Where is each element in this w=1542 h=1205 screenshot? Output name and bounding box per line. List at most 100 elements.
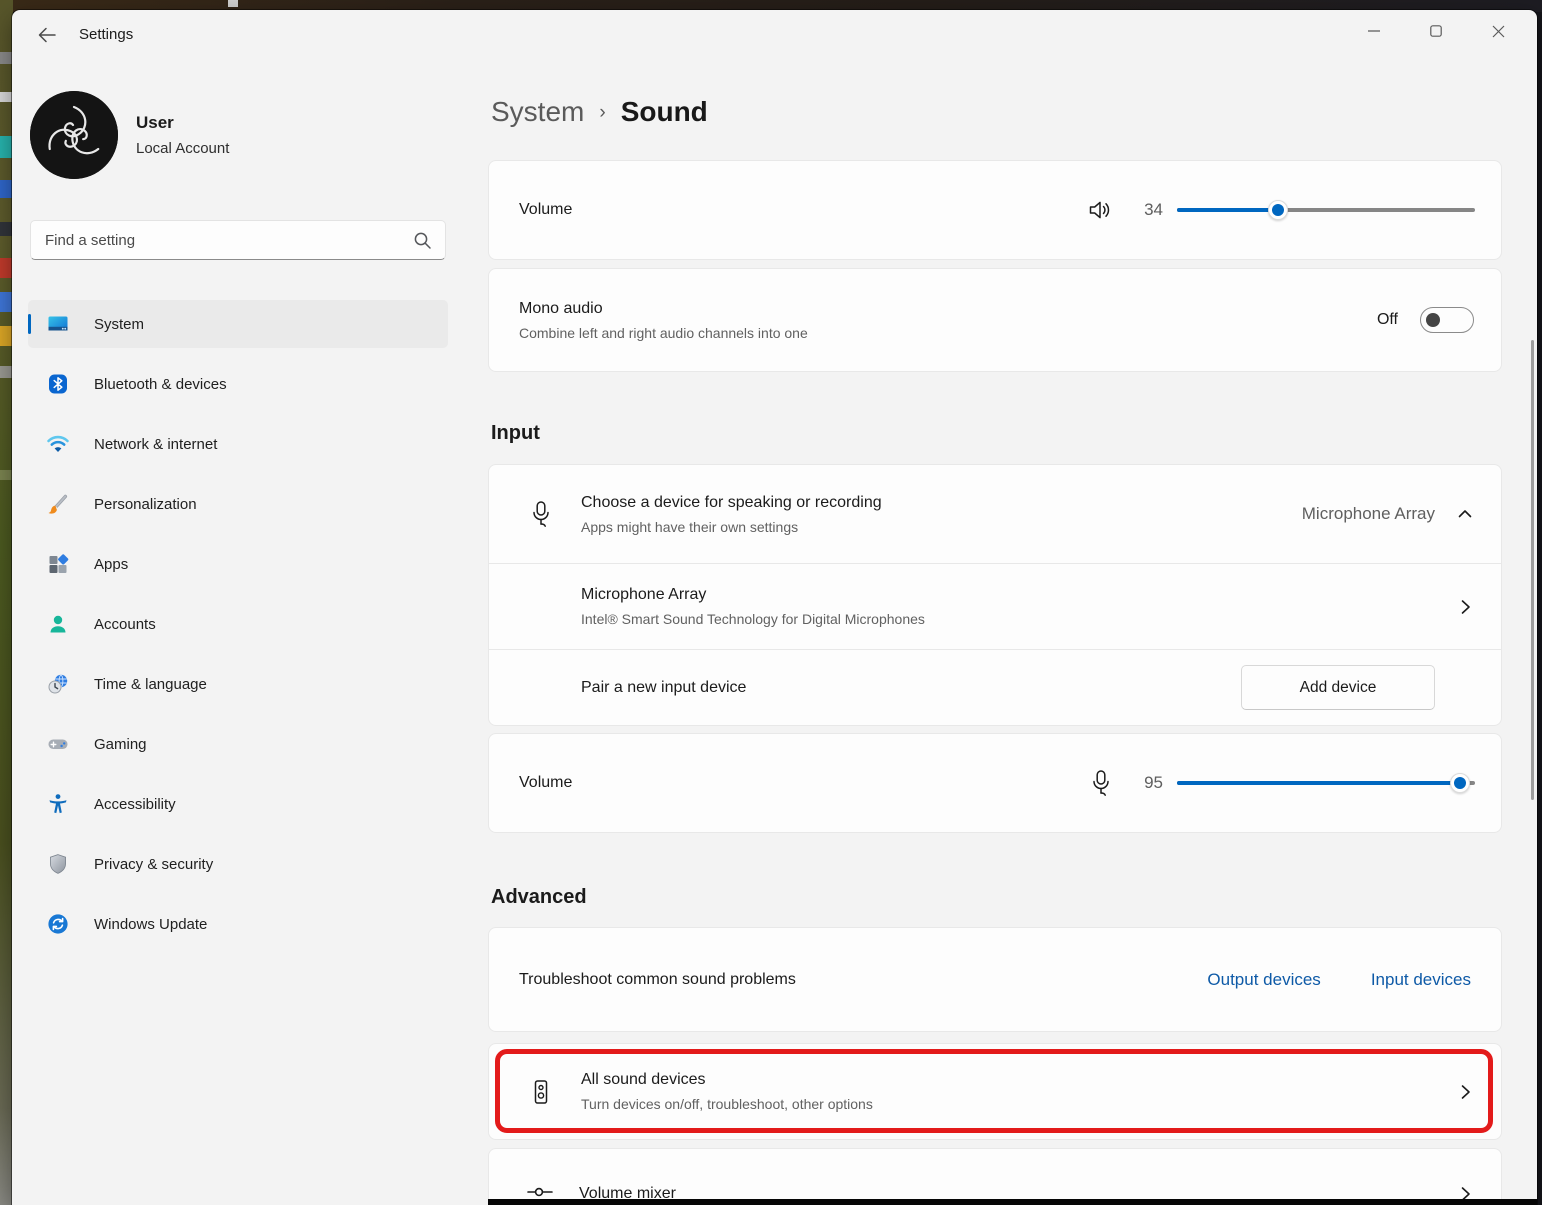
- input-volume-slider-thumb[interactable]: [1450, 773, 1470, 793]
- titlebar: Settings: [12, 10, 1537, 60]
- input-volume-label: Volume: [519, 774, 572, 792]
- mono-audio-state: Off: [1377, 311, 1398, 329]
- all-sound-devices-row[interactable]: All sound devices Turn devices on/off, t…: [488, 1043, 1502, 1140]
- microphone-array-row[interactable]: Microphone Array Intel® Smart Sound Tech…: [489, 564, 1501, 649]
- sidebar-item-label: Windows Update: [94, 916, 207, 933]
- sidebar-item-label: System: [94, 316, 144, 333]
- choose-device-subtitle: Apps might have their own settings: [581, 519, 882, 535]
- mono-audio-card: Mono audio Combine left and right audio …: [488, 268, 1502, 372]
- sidebar-item-network-internet[interactable]: Network & internet: [28, 420, 448, 468]
- minimize-icon: [1368, 25, 1380, 37]
- close-icon: [1492, 25, 1505, 38]
- settings-window: Settings User: [12, 10, 1537, 1205]
- breadcrumb-system[interactable]: System: [491, 96, 584, 128]
- mono-audio-title: Mono audio: [519, 300, 808, 318]
- close-button[interactable]: [1467, 10, 1529, 52]
- choose-input-device-row[interactable]: Choose a device for speaking or recordin…: [489, 465, 1501, 563]
- output-volume-slider[interactable]: [1177, 208, 1475, 212]
- sidebar-item-label: Network & internet: [94, 436, 217, 453]
- search-box: [30, 220, 446, 260]
- output-volume-label: Volume: [519, 201, 572, 219]
- sidebar-item-bluetooth-devices[interactable]: Bluetooth & devices: [28, 360, 448, 408]
- sidebar-item-label: Bluetooth & devices: [94, 376, 227, 393]
- input-section-header: Input: [491, 422, 540, 445]
- network-icon: [46, 432, 70, 456]
- maximize-icon: [1430, 25, 1442, 37]
- input-devices-card: Choose a device for speaking or recordin…: [488, 464, 1502, 726]
- chevron-up-icon: [1455, 504, 1475, 524]
- input-devices-link[interactable]: Input devices: [1371, 970, 1471, 990]
- sidebar-item-label: Apps: [94, 556, 128, 573]
- sidebar-item-privacy-security[interactable]: Privacy & security: [28, 840, 448, 888]
- pair-device-label: Pair a new input device: [581, 679, 746, 697]
- output-volume-slider-thumb[interactable]: [1268, 200, 1288, 220]
- choose-device-title: Choose a device for speaking or recordin…: [581, 494, 882, 512]
- breadcrumb: System › Sound: [491, 96, 708, 128]
- chevron-right-icon: [1455, 1082, 1475, 1102]
- page-title: Sound: [621, 96, 708, 128]
- sidebar-item-time-language[interactable]: Time & language: [28, 660, 448, 708]
- input-device-name: Microphone Array: [581, 586, 925, 604]
- desktop-background-bottom: [488, 1199, 1537, 1205]
- output-devices-link[interactable]: Output devices: [1207, 970, 1320, 990]
- microphone-icon: [529, 500, 553, 528]
- sidebar-item-label: Accounts: [94, 616, 156, 633]
- mono-audio-subtitle: Combine left and right audio channels in…: [519, 325, 808, 341]
- sidebar-item-gaming[interactable]: Gaming: [28, 720, 448, 768]
- system-icon: [46, 312, 70, 336]
- back-button[interactable]: [30, 20, 64, 50]
- search-icon: [412, 230, 433, 251]
- sidebar-item-accessibility[interactable]: Accessibility: [28, 780, 448, 828]
- personalization-icon: [46, 492, 70, 516]
- sidebar-item-windows-update[interactable]: Windows Update: [28, 900, 448, 948]
- all-sound-devices-subtitle: Turn devices on/off, troubleshoot, other…: [581, 1096, 873, 1112]
- bluetooth-icon: [46, 372, 70, 396]
- mono-audio-toggle[interactable]: [1420, 307, 1474, 333]
- sidebar-item-apps[interactable]: Apps: [28, 540, 448, 588]
- minimize-button[interactable]: [1343, 10, 1405, 52]
- sidebar-item-personalization[interactable]: Personalization: [28, 480, 448, 528]
- maximize-button[interactable]: [1405, 10, 1467, 52]
- time-language-icon: [46, 672, 70, 696]
- back-arrow-icon: [36, 24, 58, 46]
- breadcrumb-separator-icon: ›: [599, 102, 605, 124]
- microphone-icon[interactable]: [1089, 769, 1113, 797]
- speaker-box-icon: [529, 1078, 553, 1106]
- all-sound-devices-title: All sound devices: [581, 1071, 873, 1089]
- output-volume-card: Volume 34: [488, 160, 1502, 260]
- sidebar-item-accounts[interactable]: Accounts: [28, 600, 448, 648]
- input-volume-card: Volume 95: [488, 733, 1502, 833]
- sidebar-item-label: Personalization: [94, 496, 197, 513]
- input-device-description: Intel® Smart Sound Technology for Digita…: [581, 611, 925, 627]
- windows-update-icon: [46, 912, 70, 936]
- sidebar-item-label: Privacy & security: [94, 856, 213, 873]
- volume-mixer-row[interactable]: Volume mixer: [488, 1148, 1502, 1205]
- input-volume-slider[interactable]: [1177, 781, 1475, 785]
- advanced-section-header: Advanced: [491, 886, 587, 909]
- window-title: Settings: [79, 26, 133, 43]
- sidebar-item-label: Accessibility: [94, 796, 176, 813]
- sidebar-item-system[interactable]: System: [28, 300, 448, 348]
- output-volume-value: 34: [1133, 200, 1163, 220]
- troubleshoot-card: Troubleshoot common sound problems Outpu…: [488, 927, 1502, 1032]
- pair-input-device-row: Pair a new input device Add device: [489, 650, 1501, 726]
- sidebar-item-label: Time & language: [94, 676, 207, 693]
- user-account-card[interactable]: User Local Account: [30, 90, 430, 180]
- add-device-button[interactable]: Add device: [1241, 665, 1435, 710]
- speaker-icon[interactable]: [1087, 197, 1113, 223]
- search-input[interactable]: [31, 221, 445, 259]
- accessibility-icon: [46, 792, 70, 816]
- apps-icon: [46, 552, 70, 576]
- user-account-type: Local Account: [136, 140, 229, 157]
- troubleshoot-label: Troubleshoot common sound problems: [519, 971, 796, 989]
- chevron-right-icon: [1455, 597, 1475, 617]
- avatar: [30, 91, 118, 179]
- input-volume-value: 95: [1133, 773, 1163, 793]
- privacy-security-icon: [46, 852, 70, 876]
- gaming-icon: [46, 732, 70, 756]
- user-name: User: [136, 113, 229, 133]
- selected-input-device: Microphone Array: [1302, 504, 1435, 524]
- sidebar-item-label: Gaming: [94, 736, 147, 753]
- scrollbar[interactable]: [1531, 340, 1534, 800]
- sidebar-nav: System Bluetooth & devices Network & int…: [28, 300, 448, 960]
